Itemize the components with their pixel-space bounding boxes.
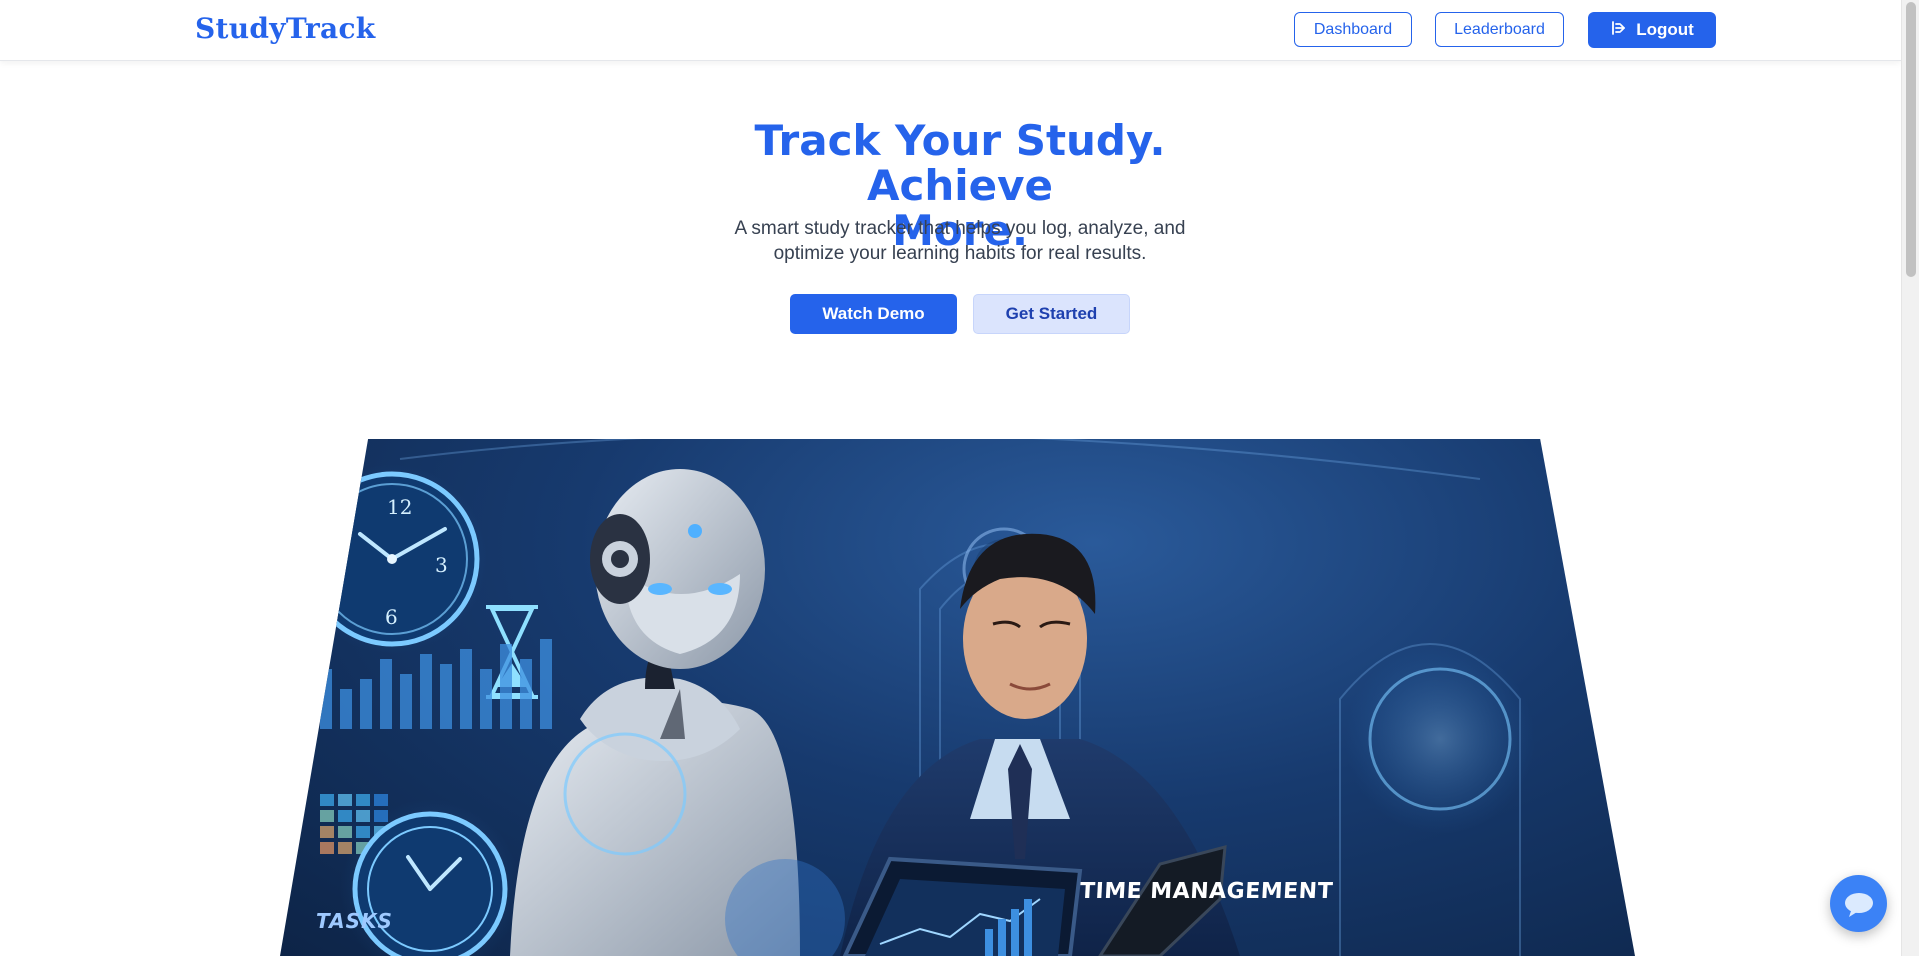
logout-button[interactable]: Logout: [1588, 12, 1716, 48]
clock-numeral-3: 3: [435, 553, 448, 577]
hero-subtitle-line1: A smart study tracker that helps you log…: [734, 218, 1186, 239]
watch-demo-button[interactable]: Watch Demo: [790, 294, 957, 334]
tasks-label: TASKS: [316, 909, 393, 933]
hero-illustration: 12 3 6 9 TASKS TIME MANAGEMENT: [280, 439, 1635, 956]
clock-numeral-12: 12: [387, 495, 412, 519]
top-navbar: StudyTrack Dashboard Leaderboard Logout: [0, 0, 1901, 61]
brand-logo[interactable]: StudyTrack: [195, 12, 376, 45]
chat-button[interactable]: [1830, 875, 1887, 932]
hero-title-line1: Track Your Study. Achieve: [754, 116, 1166, 210]
hero-subtitle: A smart study tracker that helps you log…: [720, 216, 1200, 266]
dashboard-button[interactable]: Dashboard: [1294, 12, 1412, 47]
chat-icon: [1844, 892, 1873, 917]
robot-figure: [510, 469, 845, 956]
leaderboard-button[interactable]: Leaderboard: [1435, 12, 1564, 47]
clock-numeral-6: 6: [385, 605, 398, 629]
hero-subtitle-line2: optimize your learning habits for real r…: [773, 243, 1147, 264]
page-scrollbar[interactable]: [1901, 0, 1919, 956]
clock-numeral-9: 9: [330, 547, 343, 571]
hero-illustration-art: 12 3 6 9: [297, 439, 1535, 956]
logout-icon: [1610, 20, 1626, 41]
clock-glow-top: 12 3 6 9: [297, 464, 487, 654]
scrollbar-thumb[interactable]: [1906, 2, 1916, 277]
get-started-button[interactable]: Get Started: [973, 294, 1130, 334]
logout-label: Logout: [1636, 20, 1694, 39]
time-management-label: TIME MANAGEMENT: [1079, 879, 1334, 904]
